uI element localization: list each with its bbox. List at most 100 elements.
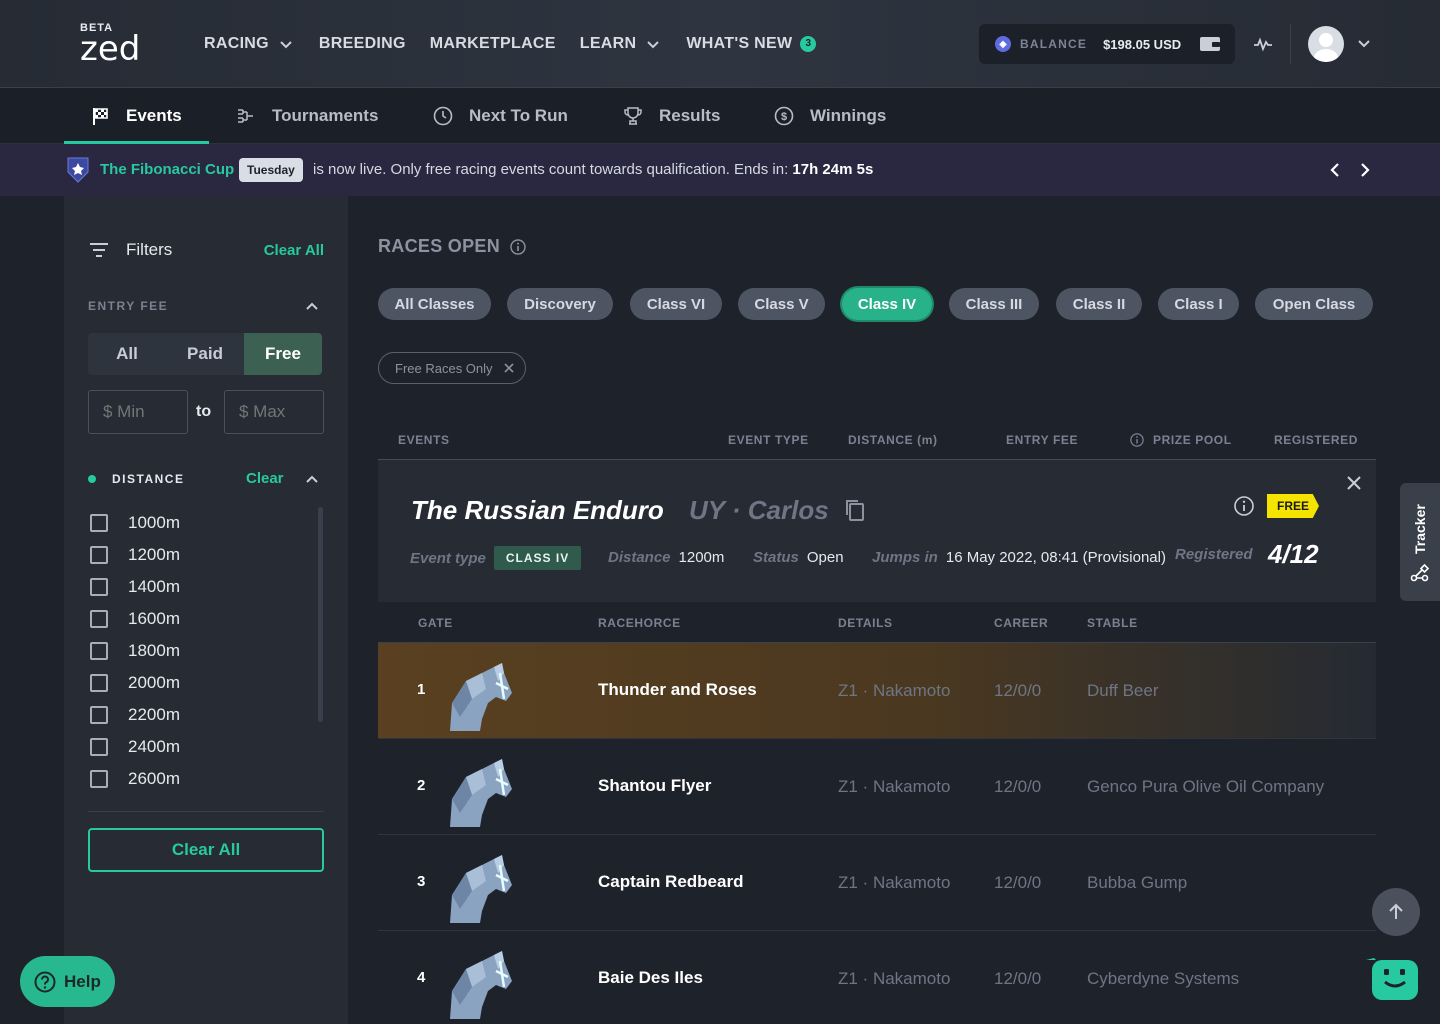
tracker-tab[interactable]: Tracker bbox=[1400, 483, 1440, 601]
distance-option[interactable]: 2400m bbox=[90, 731, 180, 763]
checkbox[interactable] bbox=[90, 610, 108, 628]
pill-open-class[interactable]: Open Class bbox=[1255, 288, 1373, 320]
col-stable: STABLE bbox=[1087, 616, 1138, 630]
checkbox[interactable] bbox=[90, 546, 108, 564]
horse-name[interactable]: Captain Redbeard bbox=[598, 872, 743, 892]
checkbox[interactable] bbox=[90, 738, 108, 756]
banner-cup-name[interactable]: The Fibonacci Cup bbox=[100, 161, 234, 178]
nav-racing[interactable]: RACING bbox=[204, 35, 295, 53]
checkbox[interactable] bbox=[90, 514, 108, 532]
horse-stable[interactable]: Bubba Gump bbox=[1087, 873, 1187, 893]
entry-fee-all[interactable]: All bbox=[88, 333, 166, 375]
gate-number: 2 bbox=[417, 777, 426, 794]
horse-stable[interactable]: Duff Beer bbox=[1087, 681, 1159, 701]
status-meta-label: Status bbox=[753, 549, 799, 566]
close-icon[interactable] bbox=[1346, 475, 1362, 491]
checkbox[interactable] bbox=[90, 674, 108, 692]
pill-class-v[interactable]: Class V bbox=[738, 288, 825, 320]
copy-icon[interactable] bbox=[844, 498, 866, 522]
tab-events[interactable]: Events bbox=[90, 88, 182, 144]
horse-name[interactable]: Shantou Flyer bbox=[598, 776, 711, 796]
max-fee-input[interactable] bbox=[224, 390, 324, 434]
checkbox[interactable] bbox=[90, 770, 108, 788]
col-registered[interactable]: REGISTERED bbox=[1274, 433, 1358, 447]
info-icon[interactable] bbox=[1234, 496, 1254, 516]
distance-option[interactable]: 2600m bbox=[90, 763, 180, 795]
event-class-tag: CLASS IV bbox=[493, 546, 582, 570]
pill-class-ii[interactable]: Class II bbox=[1056, 288, 1142, 320]
table-row[interactable]: 3 Captain Redbeard Z1 · Nakamoto 12/0/0 … bbox=[378, 835, 1376, 931]
distance-option[interactable]: 1200m bbox=[90, 539, 180, 571]
table-row[interactable]: 1 Thunder and Roses Z1 · Nakamoto 12/0/0… bbox=[378, 643, 1376, 739]
checkbox[interactable] bbox=[90, 578, 108, 596]
distance-scrollbar[interactable] bbox=[318, 507, 323, 722]
nav-whats-new-label: WHAT'S NEW bbox=[686, 35, 793, 52]
table-row[interactable]: 2 Shantou Flyer Z1 · Nakamoto 12/0/0 Gen… bbox=[378, 739, 1376, 835]
pill-discovery[interactable]: Discovery bbox=[507, 288, 613, 320]
entry-fee-paid[interactable]: Paid bbox=[166, 333, 244, 375]
nav-breeding[interactable]: BREEDING bbox=[319, 35, 406, 53]
tab-results[interactable]: Results bbox=[623, 88, 720, 144]
col-events[interactable]: EVENTS bbox=[398, 433, 450, 447]
col-distance[interactable]: DISTANCE (m) bbox=[848, 433, 938, 447]
trophy-icon bbox=[624, 107, 642, 125]
tab-next-to-run[interactable]: Next To Run bbox=[433, 88, 568, 144]
filters-clear-all-link[interactable]: Clear All bbox=[264, 242, 324, 259]
distance-option[interactable]: 1000m bbox=[90, 507, 180, 539]
col-prize-pool[interactable]: PRIZE POOL bbox=[1130, 433, 1232, 447]
pill-class-i[interactable]: Class I bbox=[1158, 288, 1239, 320]
tab-tournaments[interactable]: Tournaments bbox=[236, 88, 378, 144]
pill-class-iii[interactable]: Class III bbox=[949, 288, 1039, 320]
clock-icon bbox=[433, 106, 453, 126]
distance-option[interactable]: 1800m bbox=[90, 635, 180, 667]
checkbox[interactable] bbox=[90, 706, 108, 724]
nav-whats-new[interactable]: WHAT'S NEW 3 bbox=[686, 35, 817, 53]
distance-option[interactable]: 1400m bbox=[90, 571, 180, 603]
col-career: CAREER bbox=[994, 616, 1049, 630]
distance-clear-link[interactable]: Clear bbox=[246, 470, 284, 487]
distance-option[interactable]: 2200m bbox=[90, 699, 180, 731]
avatar[interactable] bbox=[1308, 26, 1344, 62]
distance-option-label: 2200m bbox=[128, 705, 180, 724]
checkbox[interactable] bbox=[90, 642, 108, 660]
info-icon[interactable] bbox=[510, 238, 526, 255]
nav-learn[interactable]: LEARN bbox=[580, 35, 663, 53]
flag-icon bbox=[93, 108, 108, 125]
chevron-right-icon[interactable] bbox=[1355, 160, 1375, 180]
help-button[interactable]: Help bbox=[20, 956, 115, 1007]
chevron-down-icon[interactable] bbox=[1356, 35, 1372, 51]
chevron-left-icon[interactable] bbox=[1325, 160, 1345, 180]
horse-stable[interactable]: Cyberdyne Systems bbox=[1087, 969, 1239, 989]
tab-next-to-run-label: Next To Run bbox=[469, 106, 568, 125]
col-entry-fee[interactable]: ENTRY FEE bbox=[1006, 433, 1078, 447]
chat-bot-icon[interactable] bbox=[1366, 958, 1420, 1002]
horse-name[interactable]: Baie Des Iles bbox=[598, 968, 703, 988]
col-event-type[interactable]: EVENT TYPE bbox=[728, 433, 809, 447]
balance-widget[interactable]: ◆ BALANCE $198.05 USD bbox=[979, 24, 1235, 64]
horse-stable[interactable]: Genco Pura Olive Oil Company bbox=[1087, 777, 1324, 797]
tab-tournaments-label: Tournaments bbox=[272, 106, 379, 125]
chevron-up-icon[interactable] bbox=[304, 471, 320, 487]
nav-marketplace[interactable]: MARKETPLACE bbox=[430, 35, 556, 53]
sidebar-divider bbox=[88, 811, 324, 812]
pill-class-iv[interactable]: Class IV bbox=[842, 288, 932, 320]
clear-all-button[interactable]: Clear All bbox=[88, 828, 324, 872]
pill-class-vi[interactable]: Class VI bbox=[630, 288, 722, 320]
activity-icon[interactable] bbox=[1253, 34, 1273, 54]
table-row[interactable]: 4 Baie Des Iles Z1 · Nakamoto 12/0/0 Cyb… bbox=[378, 931, 1376, 1024]
horse-name[interactable]: Thunder and Roses bbox=[598, 680, 757, 700]
close-icon[interactable] bbox=[503, 362, 515, 374]
distance-option[interactable]: 1600m bbox=[90, 603, 180, 635]
chevron-up-icon[interactable] bbox=[304, 298, 320, 314]
jumps-meta-label: Jumps in bbox=[872, 549, 938, 566]
pill-all-classes[interactable]: All Classes bbox=[378, 288, 491, 320]
min-fee-input[interactable] bbox=[88, 390, 188, 434]
scroll-to-top-button[interactable] bbox=[1372, 888, 1420, 936]
active-filter-chip[interactable]: Free Races Only bbox=[378, 352, 526, 384]
zed-logo[interactable]: BETA zed bbox=[80, 22, 140, 66]
distance-option[interactable]: 2000m bbox=[90, 667, 180, 699]
wallet-icon[interactable] bbox=[1199, 36, 1221, 52]
entry-fee-free[interactable]: Free bbox=[244, 333, 322, 375]
col-gate: GATE bbox=[418, 616, 453, 630]
tab-winnings[interactable]: $ Winnings bbox=[774, 88, 886, 144]
